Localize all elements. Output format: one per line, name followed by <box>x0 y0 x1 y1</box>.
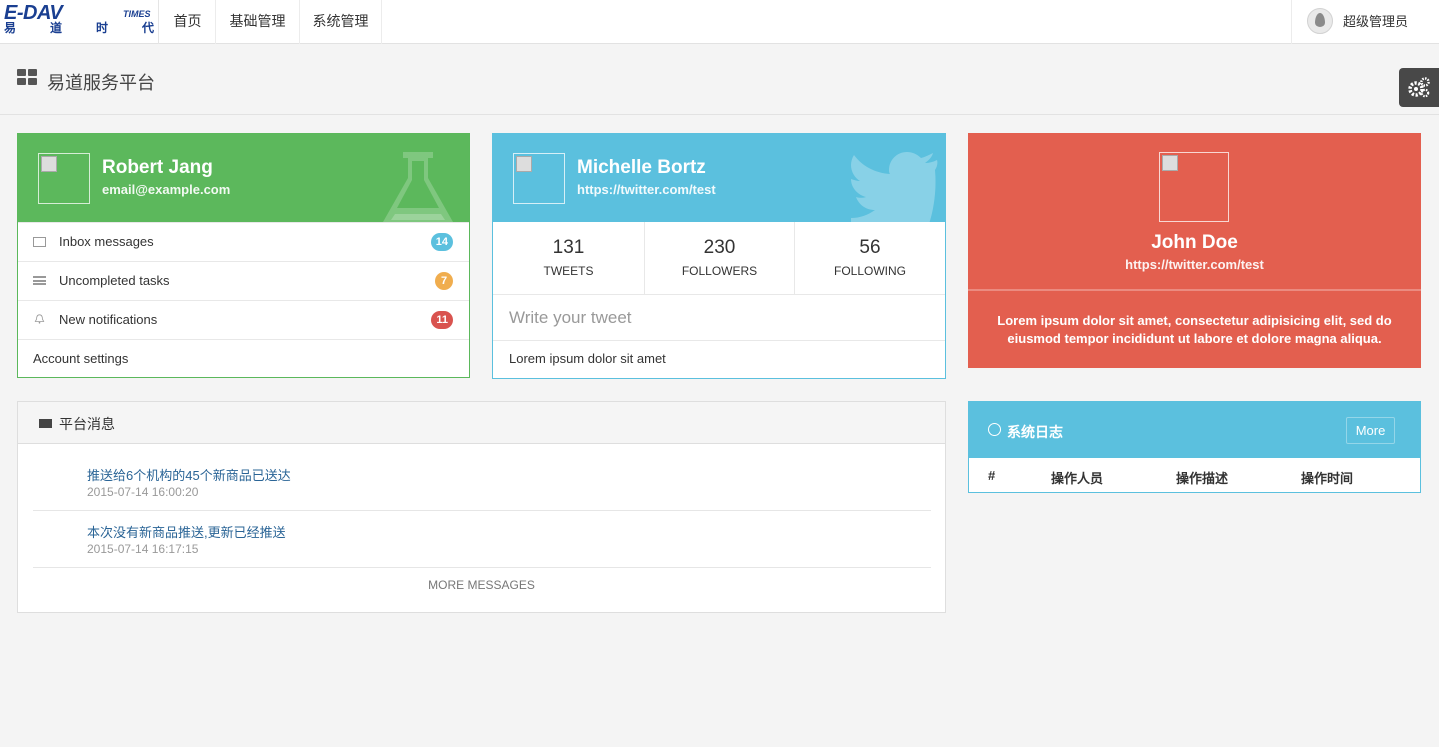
system-log-title: 系统日志 <box>1007 424 1063 440</box>
system-log-header: 系统日志 More <box>969 402 1420 458</box>
nav-item-system-management[interactable]: 系统管理 <box>300 0 382 44</box>
new-notifications-label: New notifications <box>59 312 158 327</box>
user-profile-card: John Doe https://twitter.com/test Lorem … <box>968 133 1421 368</box>
column-header-description: 操作描述 <box>1176 471 1229 486</box>
smile-icon <box>988 423 1001 436</box>
inbox-messages-item[interactable]: Inbox messages 14 <box>18 222 469 261</box>
tweet-text: Lorem ipsum dolor sit amet <box>509 351 666 366</box>
column-header-index: # <box>988 468 996 483</box>
following-count: 56 <box>859 237 881 258</box>
twitter-bird-icon <box>851 152 938 222</box>
tasks-icon <box>33 276 46 285</box>
tweets-count: 131 <box>552 237 585 258</box>
following-label: FOLLOWING <box>833 264 906 278</box>
tweet-input[interactable]: Write your tweet <box>493 296 945 341</box>
twitter-avatar <box>513 153 565 204</box>
nav-item-home[interactable]: 首页 <box>160 0 216 44</box>
uncompleted-tasks-label: Uncompleted tasks <box>59 273 170 288</box>
twitter-link[interactable]: https://twitter.com/test <box>577 182 716 197</box>
profile-name: Robert Jang <box>102 157 213 178</box>
logo-chinese-text: 易 道 时 代 <box>4 21 154 35</box>
envelope-icon <box>33 237 46 247</box>
list-item: 本次没有新商品推送,更新已经推送 2015-07-14 16:17:15 <box>33 511 931 568</box>
user-profile-name: John Doe <box>1151 232 1238 253</box>
user-menu[interactable]: 超级管理员 <box>1291 0 1439 44</box>
message-time: 2015-07-14 16:00:20 <box>87 485 199 499</box>
new-notifications-item[interactable]: New notifications 11 <box>18 300 469 339</box>
column-header-operator: 操作人员 <box>1051 471 1104 486</box>
followers-stat: 230 FOLLOWERS <box>645 222 795 295</box>
settings-toggle-button[interactable] <box>1399 68 1439 107</box>
notifications-count-badge: 11 <box>431 311 453 329</box>
list-item: 推送给6个机构的45个新商品已送达 2015-07-14 16:00:20 <box>33 454 931 511</box>
column-header-time: 操作时间 <box>1301 471 1354 486</box>
uncompleted-tasks-item[interactable]: Uncompleted tasks 7 <box>18 261 469 300</box>
twitter-card-header: Michelle Bortz https://twitter.com/test <box>493 134 945 222</box>
profile-avatar <box>38 153 90 204</box>
page-header: 易道服务平台 <box>0 45 1439 115</box>
twitter-card: Michelle Bortz https://twitter.com/test … <box>492 133 946 379</box>
envelope-icon <box>39 419 52 428</box>
avatar <box>1307 8 1333 34</box>
dashboard-icon <box>17 69 37 85</box>
flask-icon <box>383 152 453 222</box>
platform-messages-panel: 平台消息 推送给6个机构的45个新商品已送达 2015-07-14 16:00:… <box>17 401 946 613</box>
followers-label: FOLLOWERS <box>681 264 758 278</box>
user-profile-description: Lorem ipsum dolor sit amet, consectetur … <box>997 313 1392 346</box>
brand-logo[interactable]: E-DAV TIMES 易 道 时 代 <box>0 0 159 44</box>
gears-icon <box>1408 77 1430 98</box>
user-profile-avatar <box>1159 152 1229 222</box>
followers-count: 230 <box>703 237 736 258</box>
inbox-messages-label: Inbox messages <box>59 234 154 249</box>
divider <box>968 289 1421 291</box>
message-link[interactable]: 本次没有新商品推送,更新已经推送 <box>87 522 286 541</box>
account-settings-label: Account settings <box>33 351 129 366</box>
page-title: 易道服务平台 <box>47 73 155 93</box>
inbox-count-badge: 14 <box>430 233 453 251</box>
more-button[interactable]: More <box>1346 417 1395 444</box>
message-link[interactable]: 推送给6个机构的45个新商品已送达 <box>87 465 291 484</box>
profile-card-header: Robert Jang email@example.com <box>18 134 469 222</box>
logo-times-text: TIMES <box>123 9 151 19</box>
tweets-stat: 131 TWEETS <box>493 222 645 295</box>
profile-email: email@example.com <box>102 182 231 197</box>
more-messages-link[interactable]: MORE MESSAGES <box>18 578 945 592</box>
account-settings-item[interactable]: Account settings <box>18 339 469 378</box>
tasks-count-badge: 7 <box>435 272 453 290</box>
twitter-name: Michelle Bortz <box>577 157 706 178</box>
platform-messages-header: 平台消息 <box>18 402 945 444</box>
message-time: 2015-07-14 16:17:15 <box>87 542 199 556</box>
bell-icon <box>34 314 45 324</box>
nav-item-basic-management[interactable]: 基础管理 <box>216 0 300 44</box>
user-profile-link[interactable]: https://twitter.com/test <box>968 257 1421 272</box>
top-navbar: E-DAV TIMES 易 道 时 代 首页 基础管理 系统管理 超级管理员 <box>0 0 1439 44</box>
profile-card: Robert Jang email@example.com Inbox mess… <box>17 133 470 378</box>
tweets-label: TWEETS <box>543 264 594 278</box>
user-name: 超级管理员 <box>1343 14 1409 29</box>
platform-messages-title: 平台消息 <box>59 416 115 432</box>
system-log-panel: 系统日志 More # 操作人员 操作描述 操作时间 <box>968 401 1421 493</box>
following-stat: 56 FOLLOWING <box>795 222 945 295</box>
